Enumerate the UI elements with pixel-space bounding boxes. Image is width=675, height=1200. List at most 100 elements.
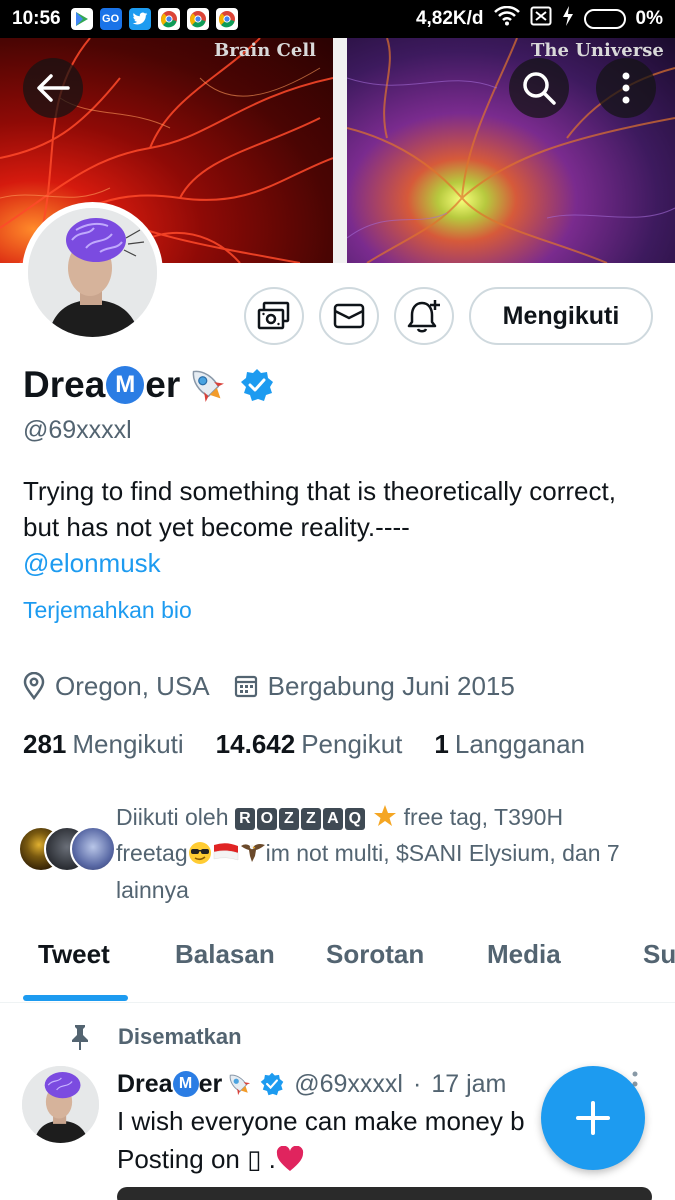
followers-stat-link[interactable]: 14.642 Pengikut — [216, 729, 403, 760]
charging-icon — [562, 6, 574, 32]
bell-plus-icon — [407, 300, 440, 333]
go-app-icon: GO — [99, 8, 122, 30]
rocket-icon — [224, 1069, 254, 1099]
tweet-name-m-badge: M — [172, 1071, 199, 1097]
more-options-button[interactable] — [596, 58, 656, 118]
name-prefix: Drea — [23, 364, 106, 405]
tweet-name-prefix: Drea — [117, 1069, 173, 1098]
tweet-line2: Posting on — [117, 1144, 240, 1174]
tweet-text[interactable]: I wish everyone can make money b Posting… — [117, 1102, 542, 1182]
following-stat-link[interactable]: 281 Mengikuti — [23, 729, 184, 760]
tweet-media-preview[interactable] — [117, 1187, 652, 1200]
tab-tweet[interactable]: Tweet — [38, 939, 110, 970]
back-arrow-icon — [37, 74, 70, 102]
tweet-handle: @69xxxxl — [294, 1069, 403, 1098]
message-button[interactable] — [319, 287, 379, 345]
more-vertical-icon — [622, 72, 630, 104]
pinned-text: Disematkan — [118, 1024, 242, 1049]
search-button[interactable] — [509, 58, 569, 118]
chrome-icon — [157, 8, 180, 30]
followed-line2-start: freetag — [116, 840, 188, 866]
banner-caption-right: The Universe — [531, 40, 664, 61]
verified-badge-icon — [260, 1072, 284, 1096]
followed-line3: lainnya — [116, 877, 189, 903]
following-button[interactable]: Mengikuti — [469, 287, 653, 345]
subscriptions-stat-link[interactable]: 1 Langganan — [434, 729, 585, 760]
location-text: Oregon, USA — [55, 670, 210, 701]
banner-caption-left: Brain Cell — [214, 40, 317, 61]
calendar-icon — [234, 675, 257, 698]
following-count: 281 — [23, 728, 67, 759]
profile-avatar[interactable] — [22, 202, 163, 343]
no-sim-icon — [530, 6, 552, 32]
search-icon — [523, 72, 556, 105]
play-store-icon — [70, 8, 93, 30]
banner-divider — [333, 38, 347, 263]
chrome-icon — [186, 8, 209, 30]
followed-line1-rest: free tag, T390H — [403, 804, 564, 830]
followers-count: 14.642 — [215, 728, 296, 759]
name-m-badge: M — [106, 366, 145, 404]
bio-mention-link[interactable]: @elonmusk — [23, 545, 653, 581]
profile-meta: Oregon, USA Bergabung Juni 2015 — [23, 668, 539, 704]
bio-text: Trying to find something that is theoret… — [23, 476, 616, 542]
profile-tabs: Tweet Balasan Sorotan Media Su — [0, 925, 675, 1003]
tweet-line2-glyph: ▯ — [247, 1144, 262, 1174]
tweet-name-suffix: er — [198, 1069, 223, 1098]
star-icon — [373, 804, 397, 837]
tweet-line2-end: . — [268, 1144, 276, 1174]
eagle-icon — [240, 840, 266, 873]
tweet-avatar[interactable] — [22, 1066, 99, 1143]
net-speed: 4,82K/d — [415, 8, 484, 29]
tweet-author-name[interactable]: Drea M er — [117, 1069, 284, 1099]
profile-handle: @69xxxxl — [23, 416, 132, 444]
wifi-icon — [493, 5, 520, 32]
envelope-icon — [333, 303, 365, 329]
followed-by-avatars[interactable] — [18, 826, 116, 872]
translate-bio-link[interactable]: Terjemahkan bio — [23, 597, 192, 624]
twitter-icon — [128, 8, 151, 30]
status-right: 4,82K/d 0% — [415, 5, 663, 32]
tip-button[interactable] — [244, 287, 304, 345]
followers-label: Pengikut — [301, 728, 403, 759]
compose-tweet-button[interactable] — [541, 1066, 645, 1170]
tab-highlights[interactable]: Sorotan — [326, 939, 424, 970]
chrome-icon — [215, 8, 238, 30]
pinned-label: Disematkan — [70, 1022, 242, 1052]
money-icon — [257, 301, 290, 330]
tab-replies[interactable]: Balasan — [175, 939, 275, 970]
followed-by-prefix: Diikuti oleh — [116, 804, 229, 830]
subscriptions-label: Langganan — [454, 728, 585, 759]
verified-badge-icon — [240, 368, 274, 402]
sunglasses-emoji-icon — [188, 841, 212, 874]
tab-media[interactable]: Media — [487, 939, 561, 970]
notification-button[interactable] — [394, 287, 454, 345]
active-tab-indicator — [23, 995, 128, 1001]
subscriptions-count: 1 — [434, 728, 449, 759]
battery-percent: 0% — [635, 8, 663, 29]
location-pin-icon — [23, 672, 45, 700]
following-label: Mengikuti — [72, 728, 184, 759]
rozzaq-tag: ROZZAQ — [234, 804, 367, 830]
tweet-separator: · — [412, 1069, 422, 1098]
followed-by-text[interactable]: Diikuti oleh ROZZAQ free tag, T390H free… — [116, 801, 661, 907]
profile-name: Drea M er — [23, 360, 274, 410]
back-button[interactable] — [23, 58, 83, 118]
location-item: Oregon, USA — [23, 671, 210, 702]
tab-likes-partial[interactable]: Su — [643, 939, 675, 970]
profile-stats: 281 Mengikuti 14.642 Pengikut 1 Langganan — [23, 726, 617, 762]
tweet-line1: I wish everyone can make money b — [117, 1106, 525, 1136]
name-suffix: er — [145, 364, 181, 405]
heart-icon — [276, 1144, 304, 1182]
avatar — [28, 208, 157, 337]
pin-icon — [72, 1025, 88, 1050]
tweet-header: Drea M er @69xxxxl · 17 jam — [117, 1066, 506, 1102]
avatar — [70, 826, 116, 872]
plus-icon — [576, 1101, 610, 1135]
tweet-time[interactable]: 17 jam — [431, 1070, 506, 1099]
status-time: 10:56 — [12, 8, 61, 29]
battery-icon — [583, 9, 626, 29]
joined-text: Bergabung Juni 2015 — [267, 670, 515, 701]
joined-item: Bergabung Juni 2015 — [234, 671, 515, 702]
indonesia-flag-icon — [212, 840, 240, 873]
